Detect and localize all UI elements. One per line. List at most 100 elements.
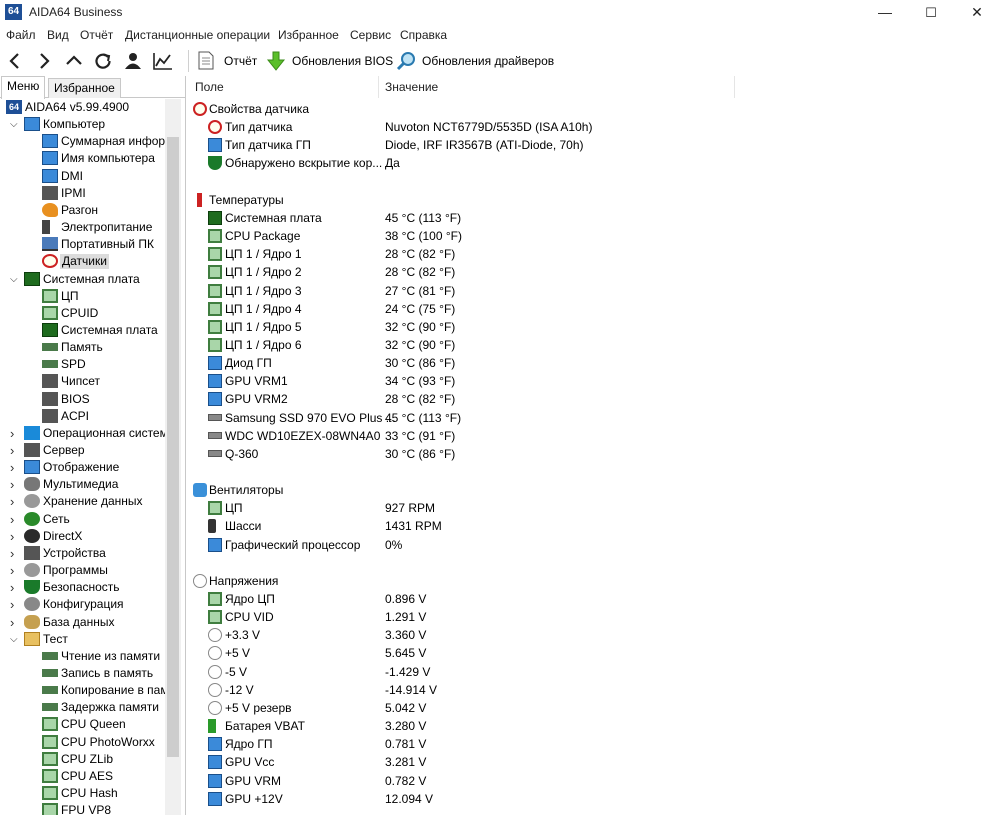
chevron-right-icon[interactable]: › <box>10 545 20 562</box>
sensor-row[interactable]: Системная плата 45 °C (113 °F) <box>188 209 1000 227</box>
menu-remote[interactable]: Дистанционные операции <box>125 28 270 42</box>
chevron-right-icon[interactable]: › <box>10 562 20 579</box>
sensor-field: Графический процессор <box>225 538 361 552</box>
refresh-button[interactable] <box>92 49 114 73</box>
sensor-row[interactable]: Диод ГП 30 °C (86 °F) <box>188 354 1000 372</box>
section-header[interactable]: Свойства датчика <box>188 100 1000 118</box>
column-field[interactable]: Поле <box>195 80 224 94</box>
back-button[interactable] <box>5 49 27 73</box>
menu-view[interactable]: Вид <box>47 28 69 42</box>
navigation-panel: Меню Избранное 64 AIDA64 v5.99.4900 ⌵ Ком… <box>0 76 186 815</box>
ram-icon <box>42 343 58 351</box>
sensor-row[interactable]: Samsung SSD 970 EVO Plus ... 45 °C (113 °… <box>188 409 1000 427</box>
sensor-row[interactable]: +5 V 5.645 V <box>188 644 1000 662</box>
chevron-right-icon[interactable]: › <box>10 579 20 596</box>
menu-file[interactable]: Файл <box>6 28 36 42</box>
chip-icon <box>42 306 58 320</box>
sensor-row[interactable]: +5 V резерв 5.042 V <box>188 699 1000 717</box>
sensor-row[interactable]: +3.3 V 3.360 V <box>188 626 1000 644</box>
chevron-down-icon[interactable]: ⌵ <box>10 631 20 648</box>
sensor-row[interactable]: Q-360 30 °C (86 °F) <box>188 445 1000 463</box>
menu-report[interactable]: Отчёт <box>80 28 113 42</box>
sensor-field: Обнаружено вскрытие кор... <box>225 156 383 170</box>
sensor-value: 45 °C (113 °F) <box>385 211 462 225</box>
tab-menu[interactable]: Меню <box>1 76 46 99</box>
chip-icon <box>208 592 222 606</box>
sensor-row[interactable]: GPU VRM 0.782 V <box>188 772 1000 790</box>
sensor-field: +5 V резерв <box>225 701 292 715</box>
sensor-row[interactable]: Графический процессор 0% <box>188 536 1000 554</box>
chevron-down-icon[interactable]: ⌵ <box>10 271 20 288</box>
menu-help[interactable]: Справка <box>400 28 447 42</box>
sensor-row[interactable]: -5 V -1.429 V <box>188 663 1000 681</box>
column-value[interactable]: Значение <box>385 80 438 94</box>
sensor-field: Диод ГП <box>225 356 272 370</box>
sensor-row[interactable]: Обнаружено вскрытие кор... Да <box>188 154 1000 172</box>
sensor-row[interactable]: ЦП 1 / Ядро 2 28 °C (82 °F) <box>188 263 1000 281</box>
sensor-row[interactable]: GPU VRM1 34 °C (93 °F) <box>188 372 1000 390</box>
chevron-down-icon[interactable]: ⌵ <box>10 116 20 133</box>
programs-icon <box>24 563 40 577</box>
up-button[interactable] <box>63 49 85 73</box>
sensor-row[interactable]: ЦП 1 / Ядро 4 24 °C (75 °F) <box>188 300 1000 318</box>
chevron-right-icon[interactable]: › <box>10 476 20 493</box>
column-divider[interactable] <box>378 76 379 98</box>
minimize-button[interactable]: — <box>862 0 908 25</box>
sensor-row[interactable]: Ядро ГП 0.781 V <box>188 735 1000 753</box>
chevron-right-icon[interactable]: › <box>10 596 20 613</box>
chevron-right-icon[interactable]: › <box>10 493 20 510</box>
sensor-row[interactable]: GPU +12V 12.094 V <box>188 790 1000 808</box>
sensor-row[interactable]: Ядро ЦП 0.896 V <box>188 590 1000 608</box>
bios-update-button[interactable]: Обновления BIOS <box>266 49 393 73</box>
tree-scrollbar[interactable] <box>165 99 181 815</box>
driver-update-button[interactable]: Обновления драйверов <box>396 49 554 73</box>
chevron-right-icon[interactable]: › <box>10 425 20 442</box>
toolbar: Отчёт Обновления BIOS Обновления драйвер… <box>0 46 1000 76</box>
chevron-right-icon[interactable]: › <box>10 511 20 528</box>
menu-favorites[interactable]: Избранное <box>278 28 339 42</box>
chevron-right-icon[interactable]: › <box>10 528 20 545</box>
dmi-icon <box>42 169 58 183</box>
chevron-right-icon[interactable]: › <box>10 614 20 631</box>
tree-item-label: ACPI <box>61 409 90 423</box>
voltage-icon <box>208 701 222 715</box>
sensor-row[interactable]: ЦП 1 / Ядро 6 32 °C (90 °F) <box>188 336 1000 354</box>
chevron-right-icon[interactable]: › <box>10 459 20 476</box>
section-title: Температуры <box>209 193 284 207</box>
section-header[interactable]: Температуры <box>188 191 1000 209</box>
sensor-row[interactable]: ЦП 1 / Ядро 3 27 °C (81 °F) <box>188 282 1000 300</box>
sensor-row[interactable]: ЦП 1 / Ядро 5 32 °C (90 °F) <box>188 318 1000 336</box>
section-header[interactable]: Напряжения <box>188 572 1000 590</box>
sensor-row[interactable]: GPU VRM2 28 °C (82 °F) <box>188 390 1000 408</box>
chart-button[interactable] <box>151 49 173 73</box>
sensor-row[interactable]: -12 V -14.914 V <box>188 681 1000 699</box>
chevron-right-icon[interactable]: › <box>10 442 20 459</box>
tree-item-label: Хранение данных <box>43 494 143 508</box>
sensor-row[interactable]: CPU VID 1.291 V <box>188 608 1000 626</box>
sensor-row[interactable]: ЦП 927 RPM <box>188 499 1000 517</box>
sensor-row[interactable]: ЦП 1 / Ядро 1 28 °C (82 °F) <box>188 245 1000 263</box>
user-button[interactable] <box>122 49 144 73</box>
maximize-button[interactable]: ☐ <box>908 0 954 25</box>
tree-scrollbar-thumb[interactable] <box>167 137 179 757</box>
monitor-icon <box>42 134 58 148</box>
sensor-field: ЦП 1 / Ядро 5 <box>225 320 302 334</box>
report-button[interactable]: Отчёт <box>198 49 260 73</box>
tab-favorites[interactable]: Избранное <box>48 78 121 98</box>
tree-item-label: CPU Queen <box>61 717 126 731</box>
sensor-row[interactable]: GPU Vcc 3.281 V <box>188 753 1000 771</box>
sensor-row[interactable]: CPU Package 38 °C (100 °F) <box>188 227 1000 245</box>
sensor-row[interactable]: Тип датчика ГП Diode, IRF IR3567B (ATI-Di… <box>188 136 1000 154</box>
column-divider[interactable] <box>734 76 735 98</box>
section-header[interactable]: Вентиляторы <box>188 481 1000 499</box>
sensor-row[interactable]: Шасси 1431 RPM <box>188 517 1000 535</box>
menu-service[interactable]: Сервис <box>350 28 391 42</box>
sensor-row[interactable]: Тип датчика Nuvoton NCT6779D/5535D (ISA A… <box>188 118 1000 136</box>
forward-button[interactable] <box>34 49 56 73</box>
sensor-row[interactable]: Батарея VBAT 3.280 V <box>188 717 1000 735</box>
section-title: Свойства датчика <box>209 102 310 116</box>
sensor-row[interactable]: WDC WD10EZEX-08WN4A0 33 °C (91 °F) <box>188 427 1000 445</box>
gpu-icon <box>208 392 222 406</box>
chip-icon <box>42 735 58 749</box>
close-button[interactable]: ✕ <box>954 0 1000 25</box>
